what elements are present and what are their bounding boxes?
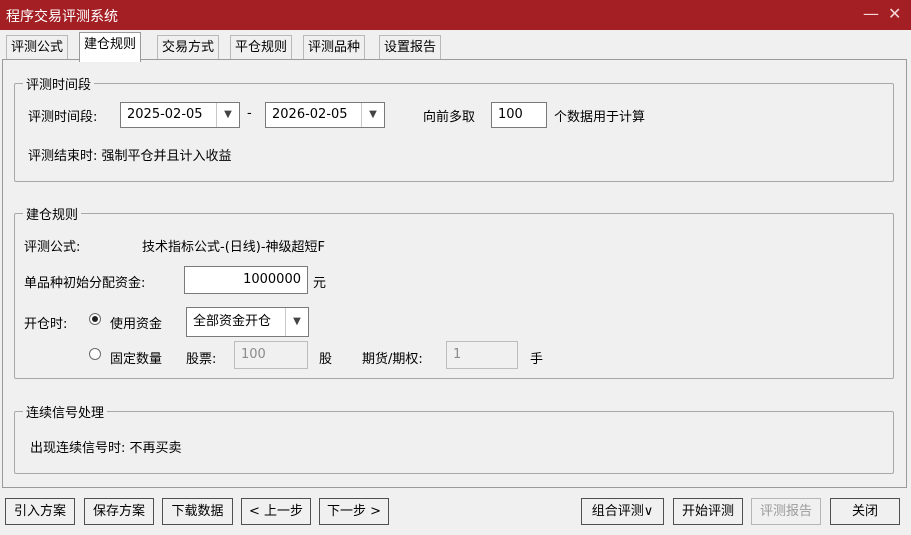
- capital-unit: 元: [313, 276, 327, 291]
- period-label: 评测时间段:: [28, 110, 98, 125]
- start-date-picker[interactable]: 2025-02-05 ▼: [120, 102, 240, 128]
- close-button[interactable]: 关闭: [830, 498, 900, 525]
- futures-label: 期货/期权:: [362, 352, 423, 367]
- capital-mode-value: 全部资金开仓: [193, 314, 272, 329]
- next-step-button[interactable]: 下一步 >: [319, 498, 389, 525]
- capital-mode-select[interactable]: 全部资金开仓 ▼: [186, 307, 309, 337]
- capital-input[interactable]: 1000000: [184, 266, 308, 294]
- chevron-down-icon[interactable]: ▼: [285, 308, 308, 336]
- stock-qty-input[interactable]: 100: [234, 341, 308, 369]
- combo-test-button[interactable]: 组合评测∨: [581, 498, 664, 525]
- close-icon[interactable]: ✕: [888, 4, 901, 23]
- formula-value: 技术指标公式-(日线)-神级超短F: [142, 240, 326, 255]
- tab-trade-mode[interactable]: 交易方式: [157, 35, 220, 59]
- signal-note: 出现连续信号时: 不再买卖: [30, 441, 182, 456]
- minimize-icon[interactable]: —: [863, 4, 879, 23]
- tab-formula[interactable]: 评测公式: [6, 35, 69, 59]
- tab-bar: 评测公式 建仓规则 交易方式 平仓规则 评测品种 设置报告: [0, 30, 911, 62]
- signal-group-legend: 连续信号处理: [26, 406, 105, 421]
- tab-symbols[interactable]: 评测品种: [303, 35, 366, 59]
- period-group-legend: 评测时间段: [26, 78, 92, 93]
- fixed-qty-radio[interactable]: [89, 348, 101, 360]
- fixed-qty-label: 固定数量: [110, 352, 163, 367]
- chevron-down-icon[interactable]: ▼: [361, 103, 384, 127]
- test-report-button[interactable]: 评测报告: [751, 498, 821, 525]
- use-capital-radio[interactable]: [89, 313, 101, 325]
- start-test-button[interactable]: 开始评测: [673, 498, 743, 525]
- tab-close-rules[interactable]: 平仓规则: [230, 35, 293, 59]
- futures-unit: 手: [530, 352, 544, 367]
- end-date-picker[interactable]: 2026-02-05 ▼: [265, 102, 385, 128]
- start-date-value: 2025-02-05: [127, 107, 203, 122]
- end-note: 评测结束时: 强制平仓并且计入收益: [28, 149, 232, 164]
- title-bar: 程序交易评测系统 — ✕: [0, 0, 911, 30]
- save-plan-button[interactable]: 保存方案: [84, 498, 154, 525]
- prev-step-button[interactable]: < 上一步: [241, 498, 311, 525]
- capital-label: 单品种初始分配资金:: [24, 276, 146, 291]
- open-label: 开仓时:: [24, 317, 68, 332]
- tab-build-rules[interactable]: 建仓规则: [79, 32, 142, 62]
- lookback-input[interactable]: 100: [491, 102, 547, 128]
- download-data-button[interactable]: 下载数据: [162, 498, 233, 525]
- chevron-down-icon[interactable]: ▼: [216, 103, 239, 127]
- lookback-label: 向前多取: [423, 110, 476, 125]
- build-rules-legend: 建仓规则: [26, 208, 79, 223]
- window-title: 程序交易评测系统: [6, 9, 118, 25]
- lookback-suffix: 个数据用于计算: [554, 110, 646, 125]
- use-capital-label: 使用资金: [110, 317, 163, 332]
- tab-report-settings[interactable]: 设置报告: [379, 35, 442, 59]
- stock-label: 股票:: [186, 352, 217, 367]
- formula-label: 评测公式:: [24, 240, 81, 255]
- date-separator: -: [247, 106, 252, 121]
- import-plan-button[interactable]: 引入方案: [5, 498, 75, 525]
- stock-unit: 股: [319, 352, 333, 367]
- end-date-value: 2026-02-05: [272, 107, 348, 122]
- period-group: 评测时间段: [14, 74, 894, 182]
- futures-qty-input[interactable]: 1: [446, 341, 518, 369]
